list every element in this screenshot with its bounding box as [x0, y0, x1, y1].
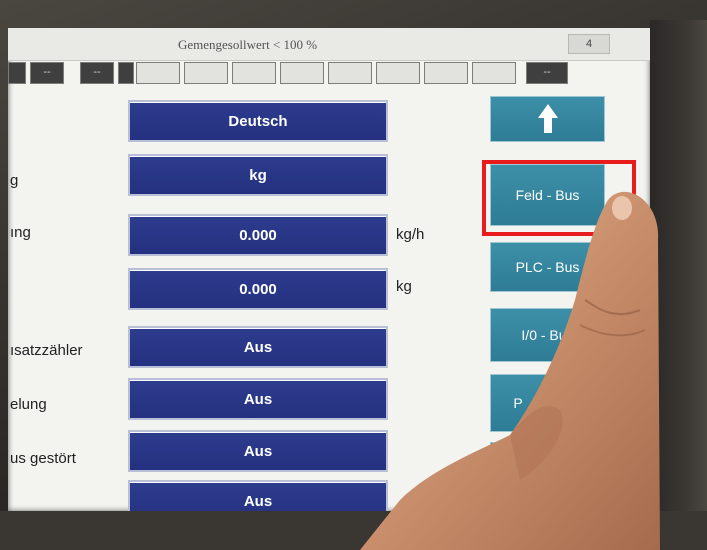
- row-label: ıng: [10, 224, 31, 241]
- rate-value-button[interactable]: 0.000: [128, 214, 388, 256]
- indicator-light: [376, 62, 420, 84]
- row-label: us gestört: [10, 450, 76, 467]
- language-button[interactable]: Deutsch: [128, 100, 388, 142]
- fault-toggle-button[interactable]: Aus: [128, 430, 388, 472]
- arrow-up-icon: [537, 104, 558, 134]
- hmi-screen: Gemengesollwert < 100 % 4 -- -- -- g ıng…: [8, 28, 650, 511]
- indicator-light: [328, 62, 372, 84]
- indicator-dark: [8, 62, 26, 84]
- indicator-dash: --: [526, 62, 568, 84]
- partial-side-button[interactable]: P ierter: [490, 374, 605, 432]
- right-bezel: [650, 20, 707, 511]
- status-title: Gemengesollwert < 100 %: [178, 37, 318, 52]
- scroll-up-button[interactable]: [490, 96, 605, 142]
- unit-button[interactable]: kg: [128, 154, 388, 196]
- io-bus-button[interactable]: I/0 - Bus: [490, 308, 605, 362]
- indicator-dash: --: [80, 62, 114, 84]
- hidden-side-button[interactable]: [490, 442, 605, 511]
- indicator-light: [184, 62, 228, 84]
- indicator-dash: --: [30, 62, 64, 84]
- counter-toggle-button[interactable]: Aus: [128, 326, 388, 368]
- indicator-light: [472, 62, 516, 84]
- unit-label: kg: [396, 278, 412, 295]
- unit-label: kg/h: [396, 226, 425, 243]
- extra-toggle-button[interactable]: Aus: [128, 480, 388, 511]
- row-label: ısatzzähler: [10, 342, 83, 359]
- indicator-light: [280, 62, 324, 84]
- status-bar: Gemengesollwert < 100 % 4: [8, 28, 650, 61]
- row-label: elung: [10, 396, 47, 413]
- weight-value-button[interactable]: 0.000: [128, 268, 388, 310]
- setting-toggle-button[interactable]: Aus: [128, 378, 388, 420]
- row-label: g: [10, 172, 19, 189]
- feld-bus-button[interactable]: Feld - Bus: [490, 164, 605, 226]
- indicator-light: [136, 62, 180, 84]
- indicator-light: [232, 62, 276, 84]
- indicator-light: [424, 62, 468, 84]
- status-number: 4: [568, 34, 610, 54]
- indicator-row: -- -- --: [8, 62, 650, 86]
- plc-bus-button[interactable]: PLC - Bus: [490, 242, 605, 292]
- indicator-dark: [118, 62, 134, 84]
